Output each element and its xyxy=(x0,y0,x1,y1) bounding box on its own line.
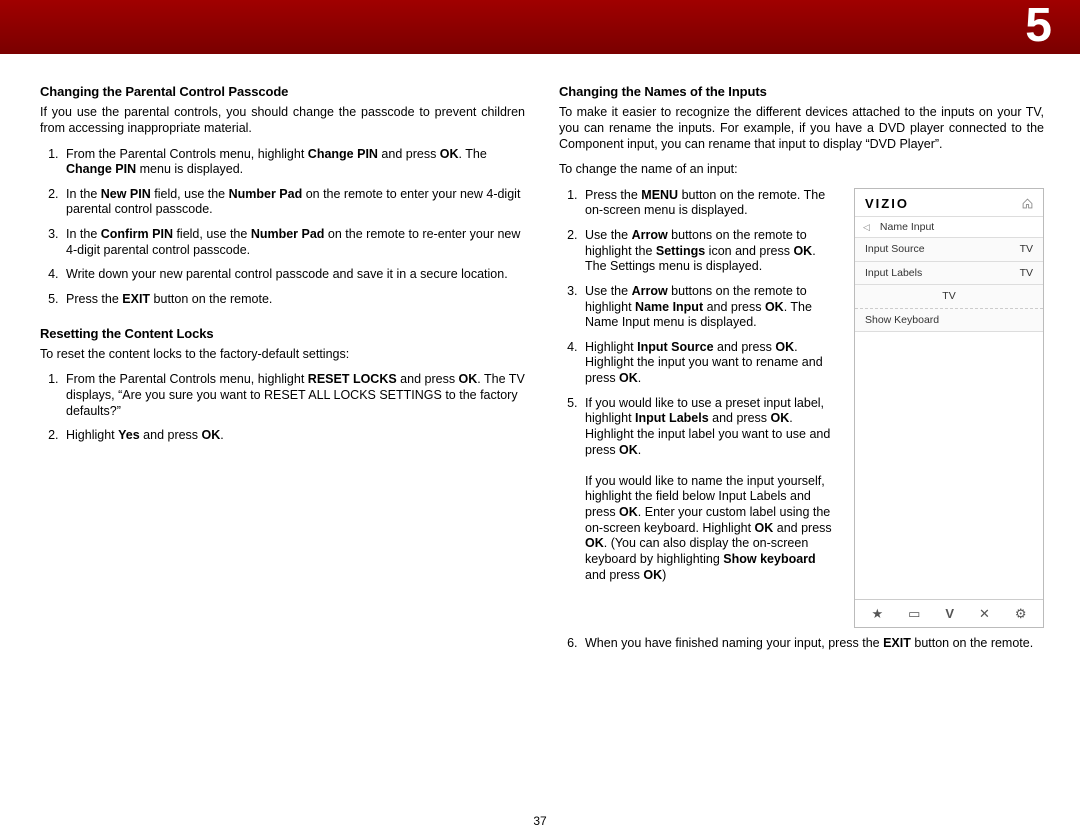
para-inputs-lead: To change the name of an input: xyxy=(559,162,1044,178)
step: From the Parental Controls menu, highlig… xyxy=(62,372,525,419)
list-name-input: Press the MENU button on the remote. The… xyxy=(559,188,840,583)
para-reset-intro: To reset the content locks to the factor… xyxy=(40,347,525,363)
vizio-logo: VIZIO xyxy=(865,197,909,210)
step: In the New PIN field, use the Number Pad… xyxy=(62,187,525,218)
heading-change-names: Changing the Names of the Inputs xyxy=(559,84,1044,100)
para-inputs-intro: To make it easier to recognize the diffe… xyxy=(559,105,1044,152)
star-icon: ★ xyxy=(871,607,883,620)
step: Highlight Input Source and press OK. Hig… xyxy=(581,340,840,387)
step: Use the Arrow buttons on the remote to h… xyxy=(581,284,840,331)
list-reset-locks: From the Parental Controls menu, highlig… xyxy=(40,372,525,444)
right-flex-row: Press the MENU button on the remote. The… xyxy=(559,188,1044,628)
step: Press the MENU button on the remote. The… xyxy=(581,188,840,219)
step: Press the EXIT button on the remote. xyxy=(62,292,525,308)
step: Write down your new parental control pas… xyxy=(62,267,525,283)
step: Use the Arrow buttons on the remote to h… xyxy=(581,228,840,275)
left-column: Changing the Parental Control Passcode I… xyxy=(40,84,525,669)
home-icon xyxy=(1022,198,1033,209)
heading-reset-locks: Resetting the Content Locks xyxy=(40,326,525,342)
osd-menu-mock: VIZIO ◁ Name Input Input SourceTV Input … xyxy=(854,188,1044,628)
osd-spacer xyxy=(855,332,1043,599)
osd-footer: ★ ▭ V ✕ ⚙ xyxy=(855,599,1043,627)
list-name-input-cont: When you have finished naming your input… xyxy=(559,636,1044,652)
osd-breadcrumb: ◁ Name Input xyxy=(855,217,1043,239)
osd-row-custom-label: TV xyxy=(855,285,1043,309)
close-icon: ✕ xyxy=(979,607,990,620)
step: In the Confirm PIN field, use the Number… xyxy=(62,227,525,258)
v-icon: V xyxy=(945,607,954,620)
step: When you have finished naming your input… xyxy=(581,636,1044,652)
osd-crumb-label: Name Input xyxy=(880,222,934,233)
osd-row-input-source: Input SourceTV xyxy=(855,238,1043,262)
step: If you would like to use a preset input … xyxy=(581,396,840,584)
osd-header: VIZIO xyxy=(855,189,1043,217)
list-change-passcode: From the Parental Controls menu, highlig… xyxy=(40,147,525,308)
chapter-header-band: 5 xyxy=(0,0,1080,54)
gear-icon: ⚙ xyxy=(1015,607,1027,620)
osd-row-input-labels: Input LabelsTV xyxy=(855,262,1043,286)
right-column: Changing the Names of the Inputs To make… xyxy=(559,84,1044,669)
step: From the Parental Controls menu, highlig… xyxy=(62,147,525,178)
right-steps-text: Press the MENU button on the remote. The… xyxy=(559,188,840,628)
back-arrow-icon: ◁ xyxy=(863,223,870,232)
para-passcode-intro: If you use the parental controls, you sh… xyxy=(40,105,525,136)
chapter-number: 5 xyxy=(1025,0,1052,53)
pip-icon: ▭ xyxy=(908,607,920,620)
page-number: 37 xyxy=(533,814,546,828)
page-body: Changing the Parental Control Passcode I… xyxy=(0,54,1080,669)
osd-row-show-keyboard: Show Keyboard xyxy=(855,309,1043,333)
step: Highlight Yes and press OK. xyxy=(62,428,525,444)
heading-change-passcode: Changing the Parental Control Passcode xyxy=(40,84,525,100)
